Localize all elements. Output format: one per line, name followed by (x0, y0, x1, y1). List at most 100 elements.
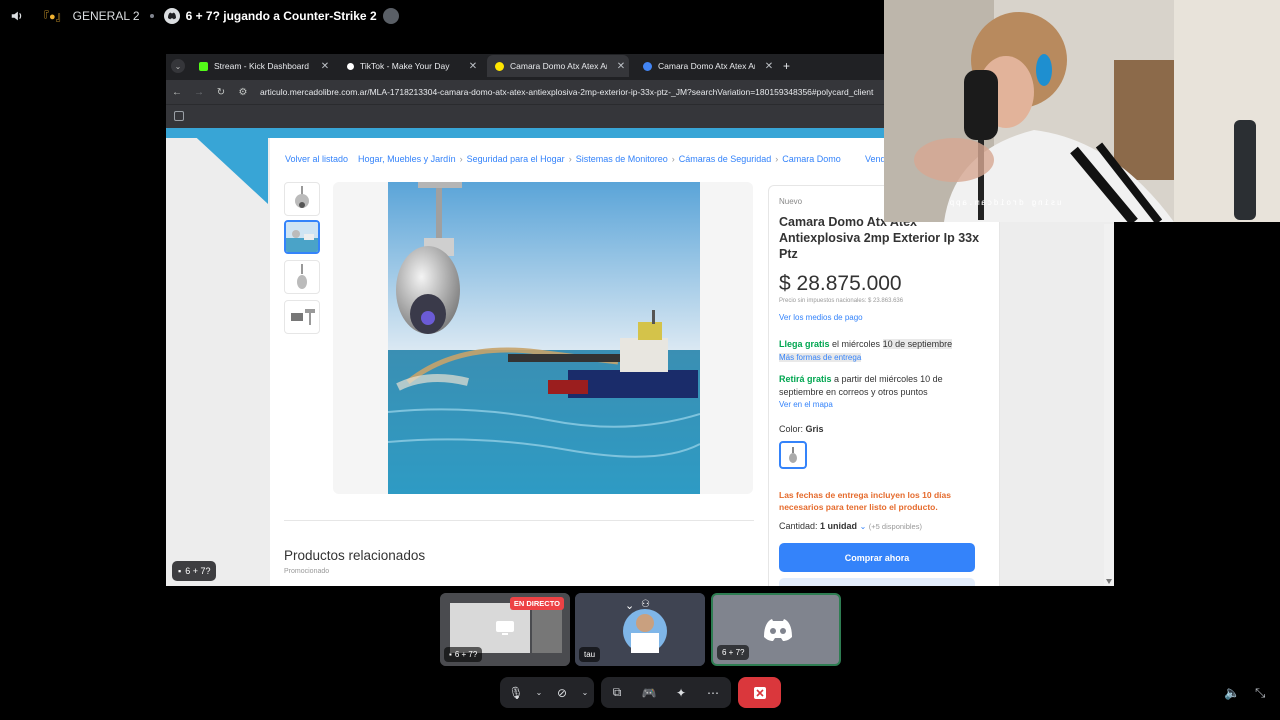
quantity-selector[interactable]: Cantidad: 1 unidad ⌄ (+5 disponibles) (779, 521, 922, 531)
breadcrumb-link[interactable]: Hogar, Muebles y Jardín (358, 154, 456, 164)
chevron-down-icon[interactable]: ⌄ (532, 677, 546, 708)
tab-tiktok[interactable]: TikTok - Make Your Day ✕ (339, 55, 481, 77)
add-to-cart-button[interactable] (779, 578, 975, 586)
soundboard-icon[interactable]: ✦ (665, 677, 697, 708)
reload-icon[interactable]: ↻ (210, 87, 232, 98)
close-icon[interactable]: ✕ (761, 61, 777, 72)
scroll-down-icon[interactable] (1106, 579, 1112, 584)
breadcrumb-link[interactable]: Cámaras de Seguridad (679, 154, 772, 164)
seller-link[interactable]: Vend (865, 154, 886, 164)
tab-label: TikTok - Make Your Day (360, 61, 450, 71)
close-icon[interactable]: ✕ (613, 61, 629, 72)
delivery-warning: Las fechas de entrega incluyen los 10 dí… (779, 490, 951, 512)
participant-name: tau (584, 650, 596, 659)
apps-grid-icon[interactable] (174, 111, 184, 121)
webcam-illustration (884, 0, 1280, 222)
color-label: Color: (779, 424, 804, 434)
page-scrollbar[interactable] (1104, 224, 1114, 586)
thumbnail[interactable] (284, 300, 320, 334)
webcam-feed: using droidcam.app (884, 0, 1280, 222)
tab-label: Camara Domo Atx Atex Antiexp (510, 61, 607, 71)
related-products-title: Productos relacionados (284, 548, 426, 563)
live-badge: EN DIRECTO (509, 597, 564, 610)
tab-kick-dashboard[interactable]: Stream - Kick Dashboard ✕ (191, 55, 333, 77)
exit-fullscreen-icon[interactable]: ⤡ (1255, 685, 1265, 701)
camera-swatch-icon (789, 447, 797, 463)
participant-tile-discord[interactable]: 6 + 7? (711, 593, 841, 666)
tab-label: Camara Domo Atx Atex Antiexp (658, 61, 755, 71)
screen-share-icon[interactable]: ⧉ (601, 677, 633, 708)
chevron-down-icon: ⌄ (859, 522, 867, 531)
section-divider (284, 520, 754, 521)
more-options-icon[interactable]: ⋯ (697, 677, 729, 708)
breadcrumb-link[interactable]: Seguridad para el Hogar (467, 154, 565, 164)
banner-triangle (186, 128, 268, 204)
activity-controls: ⧉ 🎮 ✦ ⋯ (601, 677, 731, 708)
call-title: 6 + 7? jugando a Counter-Strike 2 (185, 9, 377, 23)
participant-tile-stream[interactable]: EN DIRECTO ▪ 6 + 7? (440, 593, 570, 666)
separator-dot (149, 14, 154, 18)
speaker-icon[interactable] (10, 9, 24, 23)
breadcrumb-link[interactable]: Camara Domo (782, 154, 841, 164)
participant-label: 6 + 7? (717, 645, 750, 660)
volume-icon[interactable]: 🔈 (1224, 685, 1240, 701)
tab-search-chevron-icon[interactable]: ⌄ (171, 59, 185, 73)
screen-share-icon (496, 621, 514, 635)
url-input[interactable]: articulo.mercadolibre.com.ar/MLA-1718213… (260, 87, 884, 97)
avatar[interactable] (382, 8, 399, 24)
payment-methods-link[interactable]: Ver los medios de pago (779, 313, 863, 322)
color-value: Gris (805, 424, 824, 434)
camera-ship-illustration (388, 182, 700, 494)
back-to-list-link[interactable]: Volver al listado (285, 154, 348, 164)
chevron-down-icon[interactable]: ⌄ (625, 599, 634, 612)
bookmarks-bar (166, 104, 884, 128)
more-shipping-link[interactable]: Más formas de entrega (779, 353, 862, 362)
gamepad-icon[interactable]: 🎮 (633, 677, 665, 708)
mount-thumb-icon (291, 309, 315, 325)
product-price: $ 28.875.000 (779, 272, 902, 295)
participant-tile-tau[interactable]: ⌄ ⚇ tau (575, 593, 705, 666)
shipping-info: Llega gratis el miércoles 10 de septiemb… (779, 339, 953, 349)
close-icon[interactable]: ✕ (465, 61, 481, 72)
thumbnail[interactable] (284, 182, 320, 216)
new-tab-plus-icon[interactable]: + (783, 59, 790, 73)
microphone-icon[interactable]: 🎙 (500, 677, 532, 708)
camera-thumb-icon (295, 186, 309, 208)
discord-logo-icon (163, 8, 180, 24)
buy-box: Nuevo Camara Domo Atx Atex Antiexplosiva… (768, 185, 1000, 586)
tab-mercadolibre-active[interactable]: Camara Domo Atx Atex Antiexp ✕ (487, 55, 629, 77)
tab-google-search[interactable]: Camara Domo Atx Atex Antiexp ✕ (635, 55, 777, 77)
breadcrumb-link[interactable]: Sistemas de Monitoreo (576, 154, 668, 164)
chevron-down-icon[interactable]: ⌄ (578, 677, 592, 708)
camera-off-icon[interactable]: ⊘ (546, 677, 578, 708)
chevron-right-icon: › (671, 154, 675, 164)
chat-bubble-icon: ▪ (449, 650, 452, 659)
emoji-icon: 『●』 (38, 11, 67, 23)
quantity-value: 1 unidad (820, 521, 858, 531)
site-settings-icon[interactable]: ⚙ (232, 87, 254, 98)
buy-now-button[interactable]: Comprar ahora (779, 543, 975, 572)
chevron-right-icon: › (459, 154, 463, 164)
back-arrow-icon[interactable]: ← (166, 87, 188, 98)
color-selector-label: Color: Gris (779, 424, 824, 434)
server-name: GENERAL 2 (72, 9, 140, 23)
thumbnail-selected[interactable] (284, 220, 320, 254)
forward-arrow-icon[interactable]: → (188, 87, 210, 98)
chevron-right-icon: › (775, 154, 779, 164)
server-channel[interactable]: 『●』 GENERAL 2 (38, 8, 140, 24)
product-main-image[interactable] (388, 182, 700, 494)
free-shipping-label: Llega gratis (779, 339, 830, 349)
stream-chat-badge[interactable]: ▪ 6 + 7? (172, 561, 217, 581)
disconnect-button[interactable] (738, 677, 781, 708)
color-swatch-gris[interactable] (779, 441, 807, 469)
tiktok-icon (347, 62, 354, 70)
webcam-watermark: using droidcam.app (948, 198, 1062, 207)
chevron-right-icon: › (568, 154, 572, 164)
tab-strip: ⌄ Stream - Kick Dashboard ✕ TikTok - Mak… (166, 54, 884, 78)
close-icon[interactable]: ✕ (317, 61, 333, 72)
people-icon[interactable]: ⚇ (641, 599, 650, 610)
pickup-info: Retirá gratis a partir del miércoles 10 … (779, 373, 989, 399)
map-link[interactable]: Ver en el mapa (779, 400, 833, 409)
thumbnail[interactable] (284, 260, 320, 294)
tax-note: Precio sin impuestos nacionales: $ 23.86… (779, 298, 904, 304)
